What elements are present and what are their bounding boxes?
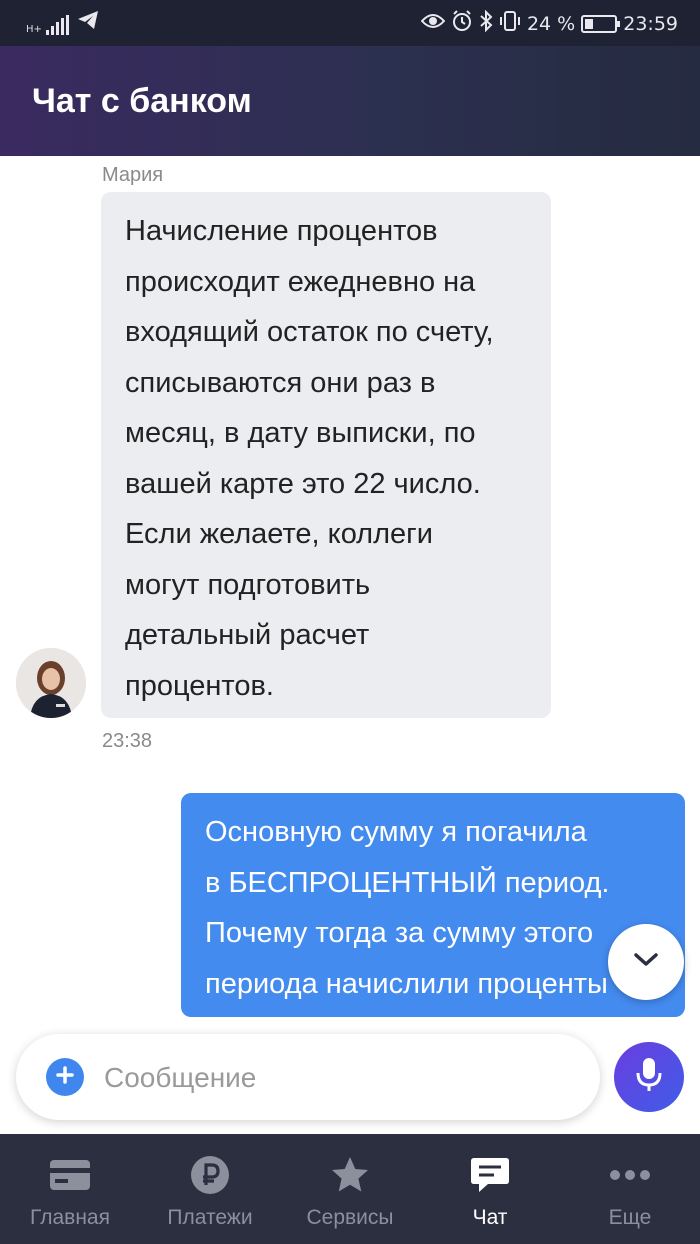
ruble-icon bbox=[189, 1154, 231, 1196]
nav-item-payments[interactable]: Платежи bbox=[140, 1134, 280, 1244]
status-bar: H+ 24 % 23:59 bbox=[0, 0, 700, 46]
card-icon bbox=[49, 1154, 91, 1196]
chevron-down-icon bbox=[633, 952, 659, 973]
nav-item-more[interactable]: Еще bbox=[560, 1134, 700, 1244]
nav-label: Главная bbox=[30, 1206, 110, 1229]
message-input[interactable] bbox=[104, 1056, 574, 1100]
clock: 23:59 bbox=[623, 12, 678, 35]
app-header: Чат с банком bbox=[0, 46, 700, 156]
signal-icon bbox=[45, 15, 69, 35]
more-icon bbox=[609, 1154, 651, 1196]
bluetooth-icon bbox=[479, 9, 493, 37]
network-type: H+ bbox=[26, 24, 42, 35]
status-left: H+ bbox=[26, 10, 99, 35]
nav-label: Платежи bbox=[167, 1206, 253, 1229]
incoming-message-text: Начисление процентов происходит ежедневн… bbox=[125, 215, 494, 702]
status-right: 24 % 23:59 bbox=[420, 9, 678, 37]
message-time: 23:38 bbox=[102, 730, 153, 752]
battery-icon bbox=[581, 14, 621, 33]
nav-label: Еще bbox=[608, 1206, 652, 1229]
nav-item-main[interactable]: Главная bbox=[0, 1134, 140, 1244]
incoming-message[interactable]: Начисление процентов происходит ежедневн… bbox=[101, 192, 551, 718]
scroll-down-button[interactable] bbox=[608, 924, 684, 1000]
plus-icon bbox=[55, 1065, 75, 1090]
telegram-icon bbox=[77, 10, 99, 35]
microphone-icon bbox=[635, 1056, 663, 1099]
message-composer bbox=[16, 1034, 600, 1120]
nav-label: Сервисы bbox=[306, 1206, 394, 1229]
alarm-icon bbox=[451, 10, 473, 37]
nav-item-chat[interactable]: Чат bbox=[420, 1134, 560, 1244]
vibrate-icon bbox=[499, 10, 521, 37]
battery-percent: 24 % bbox=[526, 12, 576, 35]
attach-button[interactable] bbox=[46, 1058, 84, 1096]
star-icon bbox=[329, 1154, 371, 1196]
eye-icon bbox=[420, 12, 446, 35]
nav-label: Чат bbox=[472, 1206, 508, 1229]
chat-area[interactable]: Мария Начисление процентов происходит еж… bbox=[0, 156, 700, 1026]
sender-name: Мария bbox=[102, 164, 164, 186]
outgoing-message-text: Основную сумму я погачила в БЕСПРОЦЕНТНЫ… bbox=[205, 816, 610, 1000]
voice-button[interactable] bbox=[614, 1042, 684, 1112]
nav-item-services[interactable]: Сервисы bbox=[280, 1134, 420, 1244]
chat-icon bbox=[469, 1154, 511, 1196]
outgoing-message[interactable]: Основную сумму я погачила в БЕСПРОЦЕНТНЫ… bbox=[181, 793, 685, 1017]
avatar[interactable] bbox=[16, 648, 86, 718]
bottom-nav: Главная Платежи Сервисы Чат Еще bbox=[0, 1134, 700, 1244]
page-title: Чат с банком bbox=[32, 82, 252, 120]
